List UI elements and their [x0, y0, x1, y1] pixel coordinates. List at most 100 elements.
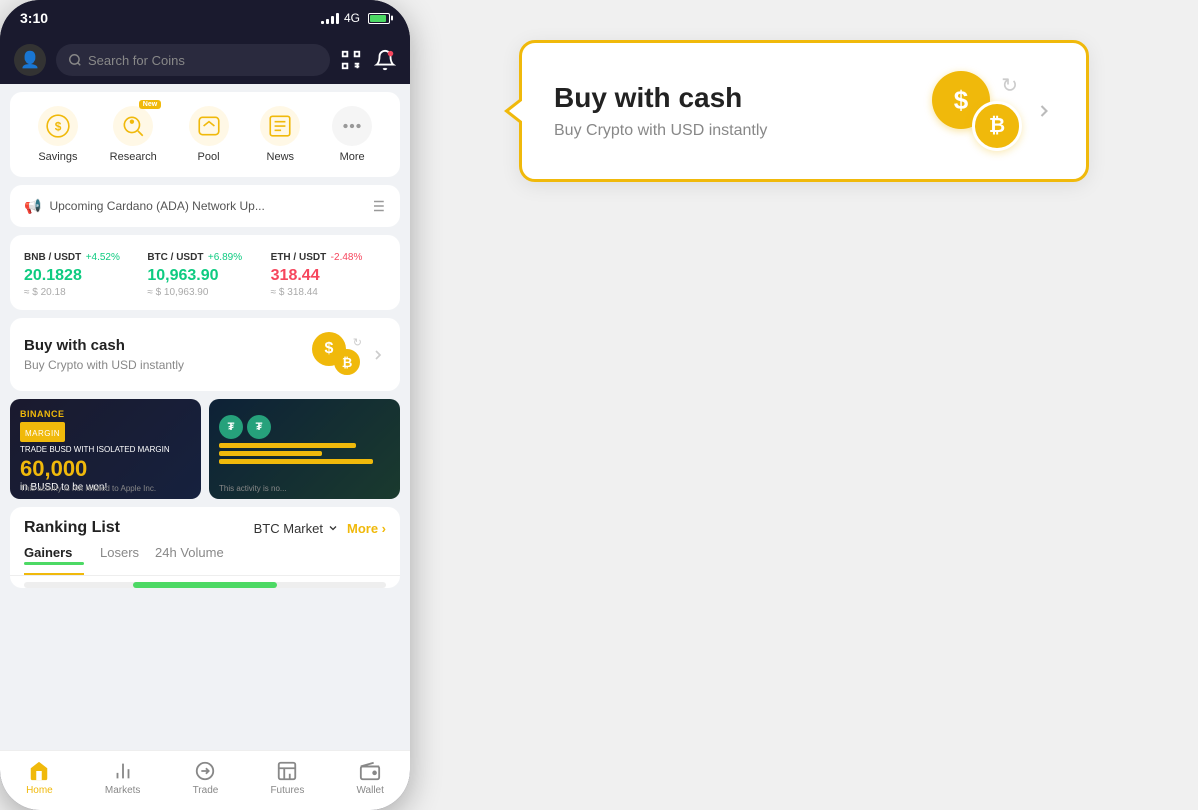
banner-2[interactable]: ₮ ₮ This activity is no...: [209, 399, 400, 499]
top-bar: 👤 Search for Coins: [0, 36, 410, 84]
banner-1[interactable]: BINANCE MARGIN TRADE BUSD WITH ISOLATED …: [10, 399, 201, 499]
eth-pair: ETH / USDT: [271, 252, 327, 263]
nav-home-label: Home: [26, 785, 53, 796]
ranking-title: Ranking List: [24, 519, 120, 537]
nav-wallet-label: Wallet: [356, 785, 383, 796]
price-row: BNB / USDT +4.52% 20.1828 ≈ $ 20.18 BTC …: [24, 247, 386, 298]
eth-usd: ≈ $ 318.44: [271, 287, 386, 298]
ranking-header: Ranking List BTC Market More ›: [10, 507, 400, 545]
nav-trade[interactable]: Trade: [193, 760, 219, 796]
announcement-icon: 📢: [24, 198, 41, 215]
enlarged-icons: $ ↻ ₿: [932, 71, 1054, 151]
bnb-usd: ≈ $ 20.18: [24, 287, 139, 298]
announcement-card[interactable]: 📢 Upcoming Cardano (ADA) Network Up...: [10, 185, 400, 227]
news-label: News: [267, 151, 295, 163]
savings-icon: $: [45, 113, 71, 139]
price-item-eth[interactable]: ETH / USDT -2.48% 318.44 ≈ $ 318.44: [271, 247, 386, 298]
tab-volume[interactable]: 24h Volume: [155, 545, 224, 575]
eth-value: 318.44: [271, 267, 386, 285]
nav-markets-label: Markets: [105, 785, 141, 796]
svg-text:$: $: [55, 119, 62, 133]
sidebar-item-pool[interactable]: Pool: [189, 106, 229, 163]
buy-cash-icons: $ ↻ ₿: [312, 332, 386, 377]
news-icon: [267, 113, 293, 139]
margin-label: MARGIN: [25, 429, 60, 438]
research-icon: [120, 113, 146, 139]
phone-content: $ Savings: [0, 84, 410, 750]
savings-label: Savings: [38, 151, 77, 163]
tab-gainers[interactable]: Gainers: [24, 545, 84, 575]
markets-icon: [112, 760, 134, 782]
bell-icon[interactable]: [374, 49, 396, 71]
chevron-right-icon: [370, 347, 386, 363]
enlarged-buy-cash-card[interactable]: Buy with cash Buy Crypto with USD instan…: [519, 40, 1089, 182]
enlarged-chevron-icon: [1034, 101, 1054, 121]
dollar-coin: $: [312, 332, 346, 366]
more-dots-icon: [339, 113, 365, 139]
price-ticker-card: BNB / USDT +4.52% 20.1828 ≈ $ 20.18 BTC …: [10, 235, 400, 310]
banners-row: BINANCE MARGIN TRADE BUSD WITH ISOLATED …: [10, 399, 400, 499]
sidebar-item-news[interactable]: News: [260, 106, 300, 163]
battery-icon: [365, 13, 390, 24]
search-icon: [68, 53, 82, 67]
pool-label: Pool: [198, 151, 220, 163]
ranking-card: Ranking List BTC Market More › Gainers: [10, 507, 400, 588]
nav-wallet[interactable]: Wallet: [356, 760, 383, 796]
futures-icon: [276, 760, 298, 782]
nav-trade-label: Trade: [193, 785, 219, 796]
scan-icon[interactable]: [340, 49, 362, 71]
network-type: 4G: [344, 11, 360, 25]
ranking-tabs: Gainers Losers 24h Volume: [10, 545, 400, 576]
more-link[interactable]: More ›: [347, 521, 386, 536]
large-btc-coin: ₿: [972, 101, 1022, 151]
btc-usd: ≈ $ 10,963.90: [147, 287, 262, 298]
bottom-nav: Home Markets Trade Futures: [0, 750, 410, 810]
nav-markets[interactable]: Markets: [105, 760, 141, 796]
new-badge: New: [139, 100, 161, 109]
binance-brand: BINANCE: [20, 409, 65, 419]
market-selector[interactable]: BTC Market: [254, 521, 339, 536]
tab-losers[interactable]: Losers: [100, 545, 139, 575]
large-rotate-icon: ↻: [1001, 73, 1018, 98]
avatar[interactable]: 👤: [14, 44, 46, 76]
signal-icon: [321, 12, 339, 24]
banner-big-number: 60,000: [20, 456, 191, 482]
price-item-btc[interactable]: BTC / USDT +6.89% 10,963.90 ≈ $ 10,963.9…: [147, 247, 262, 298]
banner-disclaimer-1: This activity is not related to Apple In…: [20, 484, 191, 493]
buy-cash-info: Buy with cash Buy Crypto with USD instan…: [24, 337, 312, 372]
enlarged-subtitle: Buy Crypto with USD instantly: [554, 122, 932, 140]
enlarged-title: Buy with cash: [554, 82, 932, 114]
status-time: 3:10: [20, 10, 48, 26]
status-icons: 4G: [321, 11, 390, 25]
price-item-bnb[interactable]: BNB / USDT +4.52% 20.1828 ≈ $ 20.18: [24, 247, 139, 298]
search-bar[interactable]: Search for Coins: [56, 44, 330, 76]
more-label: More: [340, 151, 365, 163]
announcement-text: Upcoming Cardano (ADA) Network Up...: [49, 199, 264, 213]
home-icon: [28, 760, 50, 782]
bnb-change: +4.52%: [86, 252, 120, 263]
right-panel: Buy with cash Buy Crypto with USD instan…: [410, 0, 1198, 222]
quick-menu-card: $ Savings: [10, 92, 400, 177]
phone-frame: 3:10 4G 👤 Search for Coins: [0, 0, 410, 810]
btc-change: +6.89%: [208, 252, 242, 263]
status-bar: 3:10 4G: [0, 0, 410, 36]
trade-icon: [194, 760, 216, 782]
top-action-icons: [340, 49, 396, 71]
sidebar-item-research[interactable]: New Research: [110, 106, 157, 163]
buy-cash-card[interactable]: Buy with cash Buy Crypto with USD instan…: [10, 318, 400, 391]
large-coin-stack: $ ↻ ₿: [932, 71, 1022, 151]
nav-futures[interactable]: Futures: [270, 760, 304, 796]
bnb-value: 20.1828: [24, 267, 139, 285]
btc-pair: BTC / USDT: [147, 252, 203, 263]
list-icon[interactable]: [368, 197, 386, 215]
wallet-icon: [359, 760, 381, 782]
banner-text1: TRADE BUSD WITH ISOLATED MARGIN: [20, 445, 191, 454]
buy-cash-subtitle: Buy Crypto with USD instantly: [24, 358, 312, 372]
sidebar-item-more[interactable]: More: [332, 106, 372, 163]
bnb-pair: BNB / USDT: [24, 252, 81, 263]
nav-futures-label: Futures: [270, 785, 304, 796]
rotate-icon: ↻: [353, 336, 362, 349]
nav-home[interactable]: Home: [26, 760, 53, 796]
banner-disclaimer-2: This activity is no...: [219, 484, 390, 493]
sidebar-item-savings[interactable]: $ Savings: [38, 106, 78, 163]
